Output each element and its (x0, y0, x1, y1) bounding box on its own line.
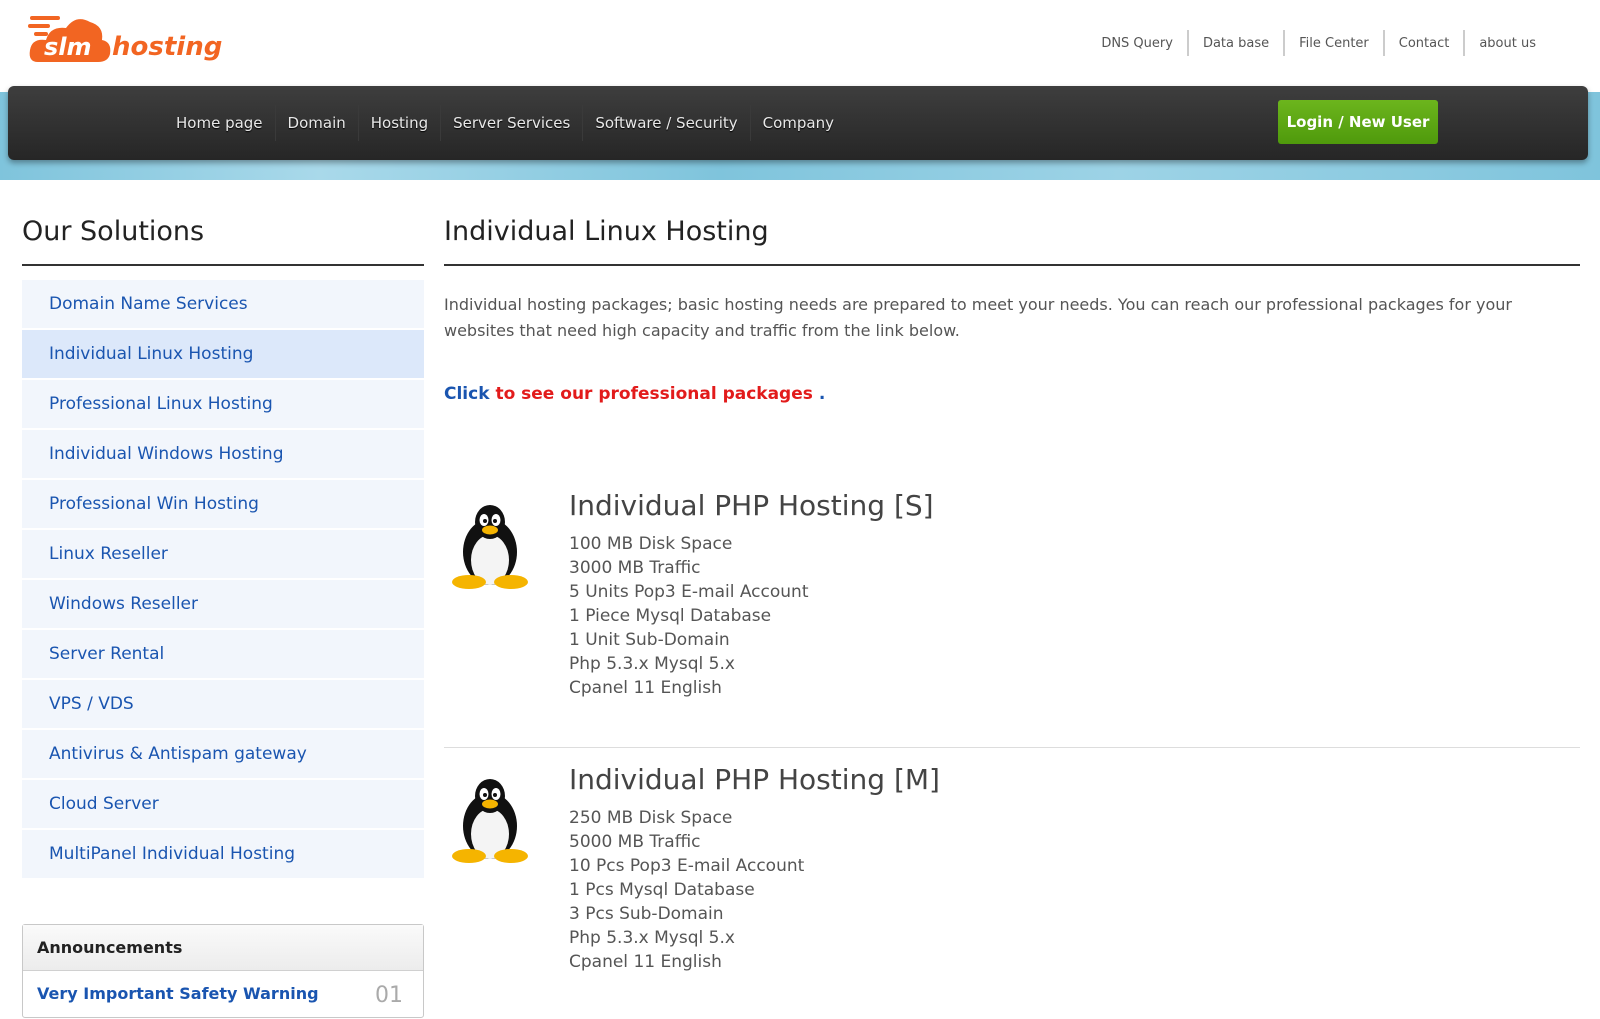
top-link-file-center[interactable]: File Center (1285, 36, 1383, 51)
top-link-about-us[interactable]: about us (1465, 36, 1550, 51)
nav-software-security[interactable]: Software / Security (582, 105, 749, 141)
sidebar-item-cloud-server[interactable]: Cloud Server (22, 780, 424, 828)
nav-company[interactable]: Company (749, 105, 846, 141)
intro-text: Individual hosting packages; basic hosti… (444, 295, 1512, 340)
package-spec: 1 Piece Mysql Database (569, 606, 772, 626)
sidebar-title: Our Solutions (22, 186, 424, 266)
main-navigation: Home page Domain Hosting Server Services… (8, 86, 1588, 160)
sidebar-item-windows-reseller[interactable]: Windows Reseller (22, 580, 424, 628)
site-header: slm hosting DNS Query Data base File Cen… (0, 0, 1600, 88)
cta-dot: . (818, 384, 826, 404)
content: Individual Linux Hosting Individual host… (444, 186, 1580, 972)
sidebar-item-vps-vds[interactable]: VPS / VDS (22, 680, 424, 728)
top-link-dns-query[interactable]: DNS Query (1087, 36, 1187, 51)
package-card: Individual PHP Hosting [S] 100 MB Disk S… (444, 486, 1580, 748)
announcement-number: 01 (375, 983, 403, 1008)
nav-hosting[interactable]: Hosting (357, 105, 440, 141)
professional-packages-cta: Click to see our professional packages . (444, 384, 1580, 404)
package-spec: 10 Pcs Pop3 E-mail Account (569, 856, 805, 876)
package-spec: Cpanel 11 English (569, 678, 722, 698)
top-link-contact[interactable]: Contact (1385, 36, 1464, 51)
top-link-database[interactable]: Data base (1189, 36, 1283, 51)
announcements-box: Announcements Very Important Safety Warn… (22, 924, 424, 1018)
tux-penguin-icon (452, 779, 528, 863)
sidebar-item-antivirus-antispam[interactable]: Antivirus & Antispam gateway (22, 730, 424, 778)
sidebar-item-individual-windows-hosting[interactable]: Individual Windows Hosting (22, 430, 424, 478)
sidebar: Our Solutions Domain Name Services Indiv… (22, 186, 424, 1018)
cta-click-link[interactable]: Click (444, 384, 490, 404)
sidebar-item-domain-name-services[interactable]: Domain Name Services (22, 280, 424, 328)
sidebar-item-individual-linux-hosting[interactable]: Individual Linux Hosting (22, 330, 424, 378)
package-spec: 5 Units Pop3 E-mail Account (569, 582, 809, 602)
site-logo[interactable]: slm hosting (28, 10, 238, 70)
sidebar-item-server-rental[interactable]: Server Rental (22, 630, 424, 678)
nav-home-page[interactable]: Home page (164, 105, 275, 141)
cta-link-text[interactable]: to see our professional packages (495, 384, 812, 404)
tux-penguin-icon (452, 505, 528, 589)
package-spec: 100 MB Disk Space (569, 534, 733, 554)
top-links: DNS Query Data base File Center Contact … (1087, 30, 1550, 56)
logo-mark-text: slm (44, 33, 92, 61)
logo-word-text: hosting (112, 32, 222, 62)
package-spec: 3000 MB Traffic (569, 558, 701, 578)
sidebar-item-professional-linux-hosting[interactable]: Professional Linux Hosting (22, 380, 424, 428)
package-spec: 250 MB Disk Space (569, 808, 733, 828)
package-spec: 5000 MB Traffic (569, 832, 701, 852)
package-spec: Php 5.3.x Mysql 5.x (569, 928, 735, 948)
page-title: Individual Linux Hosting (444, 186, 1580, 266)
package-spec: 1 Unit Sub-Domain (569, 630, 730, 650)
main-area: Our Solutions Domain Name Services Indiv… (8, 186, 1588, 1018)
solutions-list: Domain Name Services Individual Linux Ho… (22, 280, 424, 878)
sidebar-item-multipanel-hosting[interactable]: MultiPanel Individual Hosting (22, 830, 424, 878)
nav-server-services[interactable]: Server Services (440, 105, 582, 141)
login-new-user-button[interactable]: Login / New User (1278, 100, 1438, 144)
sidebar-item-professional-win-hosting[interactable]: Professional Win Hosting (22, 480, 424, 528)
announcement-item: Very Important Safety Warning 01 (23, 971, 423, 1017)
package-spec: Cpanel 11 English (569, 952, 722, 972)
package-spec: 3 Pcs Sub-Domain (569, 904, 724, 924)
package-title: Individual PHP Hosting [S] (569, 489, 934, 522)
nav-domain[interactable]: Domain (274, 105, 358, 141)
package-spec: 1 Pcs Mysql Database (569, 880, 755, 900)
package-title: Individual PHP Hosting [M] (569, 763, 940, 796)
sidebar-item-linux-reseller[interactable]: Linux Reseller (22, 530, 424, 578)
package-spec: Php 5.3.x Mysql 5.x (569, 654, 735, 674)
announcement-link[interactable]: Very Important Safety Warning (37, 984, 319, 1003)
announcements-title: Announcements (23, 925, 423, 971)
